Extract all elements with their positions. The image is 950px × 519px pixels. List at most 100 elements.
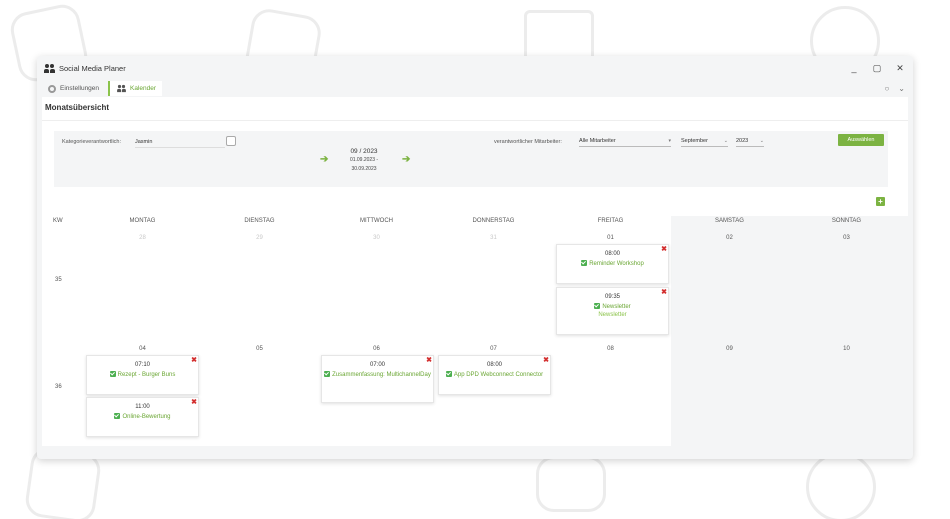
day-number: 02 — [726, 235, 733, 241]
employee-label: verantwortlicher Mitarbeiter: — [494, 139, 562, 145]
checkbox-icon — [445, 371, 452, 377]
weekend-background — [671, 216, 908, 446]
day-number: 07 — [490, 346, 497, 352]
filter-panel: Kategorieverantwortlich: Jasmin verantwo… — [54, 131, 888, 187]
window-controls: _ ▢ ✕ — [849, 63, 905, 73]
tab-bar-actions: ○ ⌄ — [884, 84, 905, 93]
close-icon[interactable]: ✕ — [895, 63, 905, 73]
event-time: 07:00 — [369, 362, 385, 368]
day-header-freitag: FREITAG — [597, 218, 624, 224]
event-subtitle: Newsletter — [598, 312, 627, 318]
add-event-button[interactable]: + — [876, 197, 885, 206]
category-input[interactable]: Jasmin — [135, 139, 225, 148]
day-number: 05 — [256, 346, 263, 352]
people-icon — [44, 63, 55, 73]
event-card[interactable]: ✖ 09:35 Newsletter Newsletter — [556, 287, 669, 335]
day-header-donnerstag: DONNERSTAG — [472, 218, 515, 224]
day-number: 06 — [373, 346, 380, 352]
youtube-bg-icon — [536, 456, 606, 512]
day-header-dienstag: DIENSTAG — [244, 218, 275, 224]
minimize-icon[interactable]: _ — [849, 63, 859, 73]
delete-icon[interactable]: ✖ — [661, 289, 667, 296]
tab-kalender[interactable]: Kalender — [108, 81, 163, 96]
checkbox-icon — [109, 371, 116, 377]
chevron-down-icon: ⌄ — [723, 138, 728, 144]
month-select[interactable]: September ⌄ — [681, 138, 728, 147]
event-title: Rezept - Burger Buns — [87, 371, 198, 379]
chevron-down-icon[interactable]: ⌄ — [898, 84, 905, 93]
chevron-down-icon: ⌄ — [759, 138, 764, 144]
tab-einstellungen[interactable]: Einstellungen — [42, 81, 105, 96]
tab-label: Einstellungen — [60, 85, 100, 92]
event-card[interactable]: ✖ 08:00 Reminder Workshop — [556, 244, 669, 284]
employee-select-value: Alle Mitarbeiter — [579, 138, 616, 144]
event-title: App DPD Webconnect Connector — [439, 371, 550, 379]
event-card[interactable]: ✖ 07:10 Rezept - Burger Buns — [86, 355, 199, 395]
period-display: 09 / 2023 01.09.2023 - 30.09.2023 — [336, 148, 392, 173]
kw-number: 36 — [55, 384, 62, 390]
tab-bar: Einstellungen Kalender ○ ⌄ — [37, 80, 913, 96]
year-select-value: 2023 — [736, 138, 749, 144]
refresh-icon[interactable]: ○ — [884, 84, 889, 93]
day-number: 30 — [373, 235, 380, 241]
title-bar: Social Media Planer — [37, 56, 913, 80]
checkbox-icon — [114, 413, 121, 419]
app-window: Social Media Planer _ ▢ ✕ Einstellungen … — [37, 56, 913, 459]
delete-icon[interactable]: ✖ — [191, 399, 197, 406]
day-number: 03 — [843, 235, 850, 241]
divider — [42, 120, 908, 121]
delete-icon[interactable]: ✖ — [191, 357, 197, 364]
kw-number: 35 — [55, 277, 62, 283]
year-select[interactable]: 2023 ⌄ — [736, 138, 764, 147]
day-header-sonntag: SONNTAG — [831, 218, 862, 224]
kw-header: KW — [53, 218, 63, 224]
month-select-value: September — [681, 138, 708, 144]
tiktok-bg-icon — [806, 452, 876, 519]
main-content: Monatsübersicht Kategorieverantwortlich:… — [42, 97, 908, 446]
day-number: 04 — [139, 346, 146, 352]
event-time: 08:00 — [486, 362, 502, 368]
event-card[interactable]: ✖ 11:00 Online-Bewertung — [86, 397, 199, 437]
maximize-icon[interactable]: ▢ — [872, 63, 882, 73]
period-main: 09 / 2023 — [350, 148, 378, 155]
checkbox-icon — [324, 371, 331, 377]
chevron-down-icon: ▾ — [668, 138, 671, 144]
category-checkbox[interactable] — [226, 136, 236, 146]
page-title: Monatsübersicht — [45, 103, 110, 112]
arrow-left-icon[interactable]: ➔ — [320, 154, 328, 165]
event-time: 07:10 — [134, 362, 150, 368]
event-card[interactable]: ✖ 07:00 Zusammenfassung: MultichannelDay — [321, 355, 434, 403]
tab-label: Kalender — [130, 85, 157, 92]
event-title: Newsletter — [557, 303, 668, 311]
delete-icon[interactable]: ✖ — [661, 246, 667, 253]
submit-button[interactable]: Auswählen — [838, 134, 884, 146]
delete-icon[interactable]: ✖ — [426, 357, 432, 364]
delete-icon[interactable]: ✖ — [543, 357, 549, 364]
employee-select[interactable]: Alle Mitarbeiter ▾ — [579, 138, 671, 147]
period-range-start: 01.09.2023 - — [349, 157, 379, 163]
day-header-mittwoch: MITTWOCH — [360, 218, 393, 224]
event-title: Reminder Workshop — [557, 260, 668, 268]
day-number: 29 — [256, 235, 263, 241]
event-title: Online-Bewertung — [87, 413, 198, 421]
day-header-montag: MONTAG — [129, 218, 156, 224]
period-range-end: 30.09.2023 — [351, 166, 377, 172]
day-header-samstag: SAMSTAG — [715, 218, 744, 224]
event-title: Zusammenfassung: MultichannelDay — [322, 371, 433, 379]
day-number: 08 — [607, 346, 614, 352]
day-number: 09 — [726, 346, 733, 352]
event-time: 11:00 — [135, 404, 150, 410]
window-title: Social Media Planer — [59, 63, 126, 73]
event-time: 08:00 — [604, 251, 620, 257]
gear-icon — [48, 84, 56, 93]
event-card[interactable]: ✖ 08:00 App DPD Webconnect Connector — [438, 355, 551, 395]
checkbox-icon — [594, 303, 601, 309]
day-number: 10 — [843, 346, 850, 352]
day-number: 01 — [607, 235, 614, 241]
x-bg-icon — [270, 455, 340, 519]
checkbox-icon — [581, 260, 588, 266]
category-label: Kategorieverantwortlich: — [62, 139, 122, 145]
day-number: 28 — [139, 235, 146, 241]
arrow-right-icon[interactable]: ➔ — [402, 154, 410, 165]
people-icon — [117, 84, 126, 93]
